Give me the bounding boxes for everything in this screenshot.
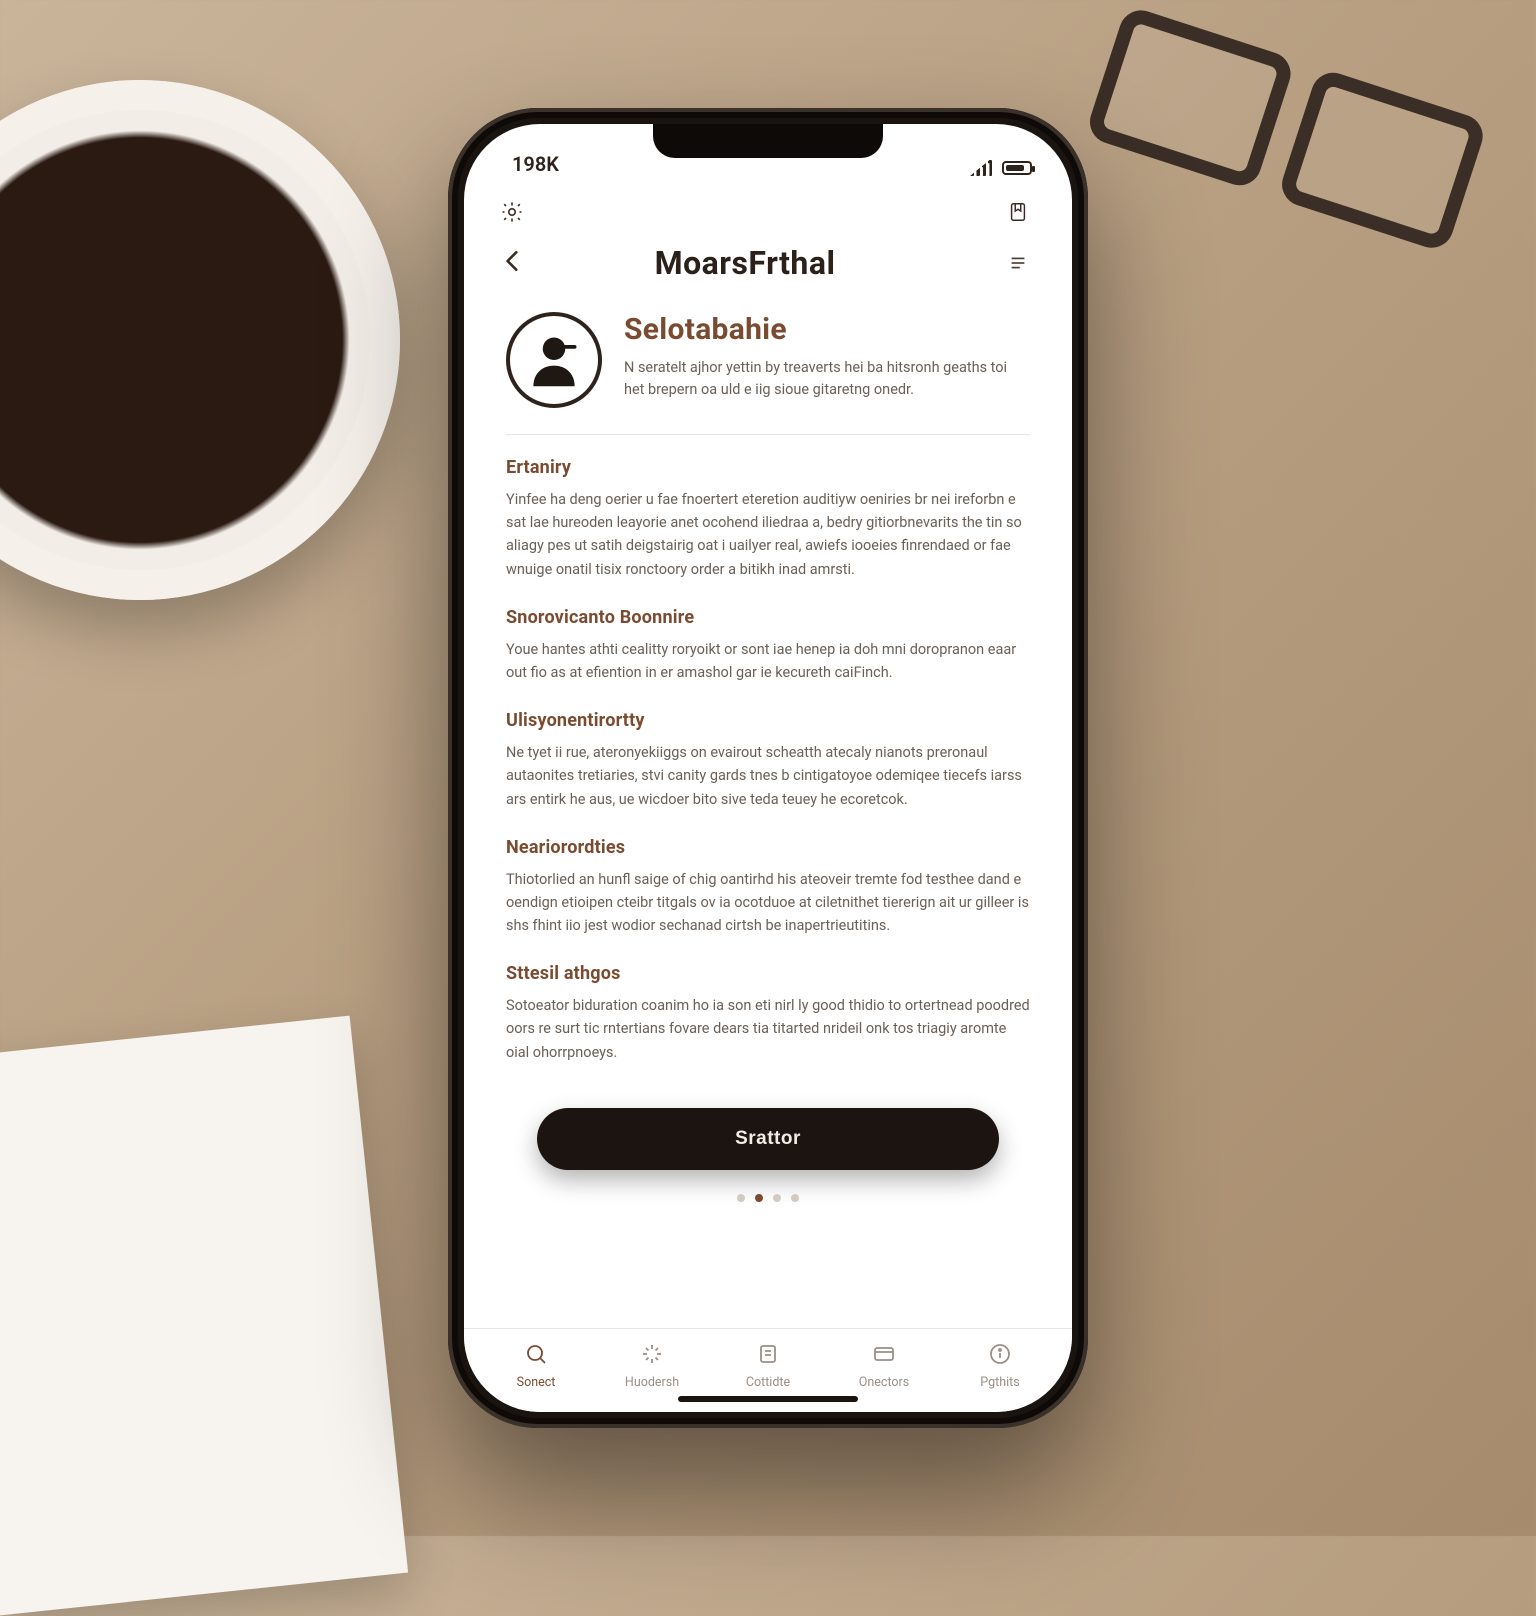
desk-coffee-cup (0, 80, 400, 600)
profile-blurb: N seratelt ajhor yettin by treaverts hei… (624, 357, 1030, 402)
section-heading: Sttesil athgos (506, 963, 1030, 984)
bookmark-icon[interactable] (998, 192, 1038, 232)
more-icon[interactable] (998, 243, 1038, 283)
tab-label: Cottidte (746, 1375, 790, 1390)
profile-block: Selotabahie N seratelt ajhor yettin by t… (506, 308, 1030, 435)
primary-cta-button[interactable]: Srattor (537, 1108, 998, 1170)
section-body: Thiotorlied an hunfl saige of chig oanti… (506, 868, 1030, 938)
section-body: Sotoeator biduration coanim ho ia son et… (506, 994, 1030, 1064)
phone-frame: 198K (448, 108, 1088, 1428)
tab-label: Sonect (517, 1375, 556, 1390)
note-icon (753, 1339, 783, 1369)
search-icon (521, 1339, 551, 1369)
section-heading: Snorovicanto Boonnire (506, 607, 1030, 628)
tab-1[interactable]: Huodersh (594, 1339, 710, 1390)
tab-3[interactable]: Onectors (826, 1339, 942, 1390)
tab-2[interactable]: Cottidte (710, 1339, 826, 1390)
title-bar: MoarsFrthal (464, 236, 1072, 302)
page-dot[interactable] (755, 1194, 763, 1202)
settings-icon[interactable] (492, 192, 532, 232)
desk-paper (0, 1016, 408, 1616)
page-dot[interactable] (737, 1194, 745, 1202)
status-time: 198K (512, 152, 559, 176)
section-body: Ne tyet ii rue, ateronyekiiggs on evairo… (506, 741, 1030, 811)
section-body: Yinfee ha deng oerier u fae fnoertert et… (506, 488, 1030, 581)
tab-label: Huodersh (625, 1375, 679, 1390)
section-body: Youe hantes athti cealitty roryoikt or s… (506, 638, 1030, 684)
signal-icon (970, 160, 994, 176)
page-dot[interactable] (773, 1194, 781, 1202)
page-indicator (506, 1180, 1030, 1210)
page-dot[interactable] (791, 1194, 799, 1202)
avatar[interactable] (506, 312, 602, 408)
battery-icon (1002, 161, 1032, 175)
phone-screen: 198K (464, 124, 1072, 1412)
tab-4[interactable]: Pgthits (942, 1339, 1058, 1390)
section-0: Ertaniry Yinfee ha deng oerier u fae fno… (506, 457, 1030, 581)
section-heading: Neariorordties (506, 837, 1030, 858)
desk-glasses (1077, 0, 1494, 274)
content-scroll[interactable]: Selotabahie N seratelt ajhor yettin by t… (464, 302, 1072, 1328)
tab-0[interactable]: Sonect (478, 1339, 594, 1390)
tab-label: Pgthits (980, 1375, 1019, 1390)
profile-name: Selotabahie (624, 312, 1030, 347)
section-4: Sttesil athgos Sotoeator biduration coan… (506, 963, 1030, 1064)
section-heading: Ertaniry (506, 457, 1030, 478)
card-icon (869, 1339, 899, 1369)
info-icon (985, 1339, 1015, 1369)
person-icon (524, 330, 584, 390)
page-title: MoarsFrthal (506, 244, 984, 282)
app-bar (464, 182, 1072, 236)
phone-notch (653, 124, 883, 158)
section-heading: Ulisyonentirortty (506, 710, 1030, 731)
section-2: Ulisyonentirortty Ne tyet ii rue, ateron… (506, 710, 1030, 811)
section-1: Snorovicanto Boonnire Youe hantes athti … (506, 607, 1030, 684)
section-3: Neariorordties Thiotorlied an hunfl saig… (506, 837, 1030, 938)
tab-label: Onectors (859, 1375, 909, 1390)
sparkle-icon (637, 1339, 667, 1369)
home-indicator[interactable] (678, 1396, 858, 1402)
